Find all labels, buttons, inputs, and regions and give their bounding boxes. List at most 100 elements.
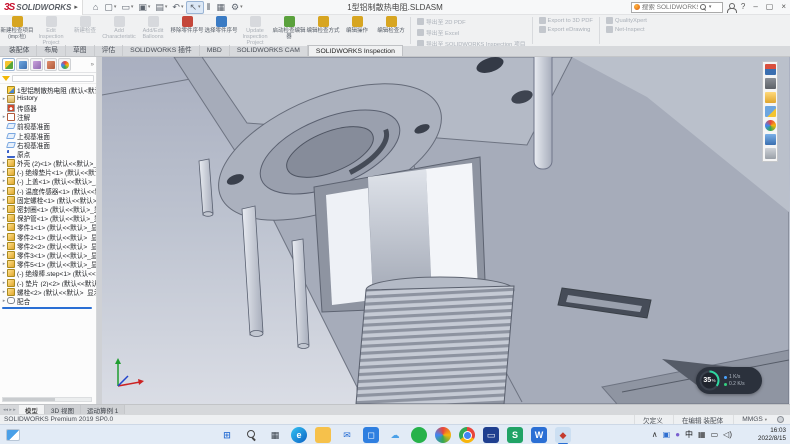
view-palette-icon[interactable] xyxy=(765,106,776,117)
filter-input[interactable] xyxy=(12,75,94,82)
tray-expand-icon[interactable]: ∧ xyxy=(652,430,658,440)
document-tab[interactable]: 模型 xyxy=(19,405,45,414)
rebuild-traffic-light-icon[interactable]: ⦀ xyxy=(205,2,214,13)
taskbar-search-icon[interactable] xyxy=(243,427,259,443)
dropdown-caret-icon[interactable]: ▾ xyxy=(114,3,117,12)
file-properties-icon[interactable]: ▦ xyxy=(215,2,229,13)
forum-icon[interactable] xyxy=(765,148,776,159)
solidworks-app-icon[interactable]: ◆ xyxy=(555,427,571,443)
cloud-app-icon[interactable]: ☁ xyxy=(387,427,403,443)
model-3d[interactable] xyxy=(102,57,789,404)
featuremanager-tab[interactable] xyxy=(2,58,15,71)
dropdown-caret-icon[interactable]: ▾ xyxy=(148,3,151,12)
home-icon[interactable]: ⌂ xyxy=(91,2,101,13)
tree-item[interactable]: ▸ 零件3<1> (默认<<默认>_显示状 xyxy=(1,250,96,259)
tree-item[interactable]: 右视基准面 xyxy=(1,140,96,149)
app-w-icon[interactable]: W xyxy=(531,427,547,443)
tree-item[interactable]: 前视基准面 xyxy=(1,122,96,131)
status-item[interactable]: 在编辑 装配体 xyxy=(673,415,733,424)
command-tab[interactable]: 装配体 xyxy=(2,45,37,56)
save-icon[interactable]: ▣▾ xyxy=(136,2,152,13)
dropdown-caret-icon[interactable]: ▾ xyxy=(165,3,168,12)
help-search-box[interactable]: ▾ xyxy=(631,2,723,13)
tree-item[interactable]: ▸ 螺栓<2> (默认<<默认>_显示状态 xyxy=(1,287,96,296)
propertymanager-tab[interactable] xyxy=(16,58,29,71)
tree-item[interactable]: ▸ (-) 上盖<1> (默认<<默认>_显示状 xyxy=(1,177,96,186)
command-tab[interactable]: 评估 xyxy=(95,45,124,56)
tree-item[interactable]: 1型铝制散热电阻 (默认<默认_显示状态-1 xyxy=(1,85,96,94)
minimize-button[interactable]: – xyxy=(751,1,759,13)
options-gear-icon[interactable]: ⚙▾ xyxy=(229,2,245,13)
tray-volume-icon[interactable]: ◁) xyxy=(723,430,732,440)
tray-layout-icon[interactable]: ▦ xyxy=(698,430,706,440)
monitor-app-icon[interactable]: ▭ xyxy=(483,427,499,443)
close-button[interactable]: × xyxy=(779,1,788,13)
graphics-viewport[interactable]: 35% 1 K/s 0.2 K/s xyxy=(102,57,790,404)
print-icon[interactable]: ▤▾ xyxy=(153,2,169,13)
command-tab[interactable]: SOLIDWORKS CAM xyxy=(230,45,308,56)
taskbar-clock[interactable]: 16:03 2022/8/15 xyxy=(758,427,786,443)
command-tab[interactable]: 布局 xyxy=(37,45,66,56)
tray-display-icon[interactable]: ▭ xyxy=(711,430,719,440)
start-button[interactable]: ⊞ xyxy=(219,427,235,443)
tree-item[interactable]: ▸ 零件2<2> (默认<<默认>_显示状 xyxy=(1,241,96,250)
command-tab[interactable]: SOLIDWORKS Inspection xyxy=(308,45,403,56)
configurationmanager-tab[interactable] xyxy=(30,58,43,71)
tree-item[interactable]: ▸ 固定螺栓<1> (默认<<默认>_显示 xyxy=(1,195,96,204)
status-dropdown-icon[interactable]: ▾ xyxy=(765,417,767,423)
green-app-icon[interactable] xyxy=(411,427,427,443)
solidworks-logo[interactable]: 3S SOLIDWORKS ▸ xyxy=(0,0,83,15)
panel-horizontal-scrollbar[interactable] xyxy=(2,397,92,402)
panel-tabs-overflow-icon[interactable]: » xyxy=(91,62,94,68)
status-item[interactable]: MMGS▾ xyxy=(733,415,775,424)
custom-properties-icon[interactable] xyxy=(765,134,776,145)
undo-icon[interactable]: ↶▾ xyxy=(170,2,185,13)
ribbon-button[interactable]: 新建检查项目 (imp:检) xyxy=(0,15,34,46)
login-person-icon[interactable] xyxy=(727,3,735,12)
dimxpertmanager-tab[interactable] xyxy=(44,58,57,71)
tree-item[interactable]: ▸ 密封圈<1> (默认<<默认>_显示状 xyxy=(1,204,96,213)
tree-item[interactable]: ▸ 零件5<1> (默认<<默认>_显示状态 xyxy=(1,260,96,269)
ribbon-button[interactable]: Edit Inspection Project xyxy=(34,15,68,46)
open-icon[interactable]: ▭▾ xyxy=(119,2,135,13)
new-document-icon[interactable]: ▢▾ xyxy=(102,2,118,13)
edge-icon[interactable]: e xyxy=(291,427,307,443)
restore-button[interactable]: ▢ xyxy=(764,1,776,13)
ribbon-button[interactable]: 编辑操作 xyxy=(340,15,374,46)
dropdown-caret-icon[interactable]: ▾ xyxy=(240,3,243,12)
menu-flyout-icon[interactable]: ▸ xyxy=(74,3,78,11)
tree-item[interactable]: ▸ (-) 绝缘棒.step<1> (默认<<默认> xyxy=(1,269,96,278)
tree-item[interactable]: 原点 xyxy=(1,149,96,158)
tree-item[interactable]: ▸ 配合 xyxy=(1,296,96,305)
tree-item[interactable]: ▸ (-) 温度传感器<1> (默认<<默认>_ xyxy=(1,186,96,195)
ribbon-button[interactable]: 新建检查 xyxy=(68,15,102,46)
widgets-icon[interactable] xyxy=(6,429,20,441)
tree-item[interactable]: ▸ 外壳 (2)<1> (默认<<默认>_显示状 xyxy=(1,159,96,168)
ribbon-button[interactable]: 编辑检查方式 xyxy=(306,15,340,46)
status-tag-icon[interactable] xyxy=(777,416,784,423)
tree-item[interactable]: 上视基准面 xyxy=(1,131,96,140)
dropdown-caret-icon[interactable]: ▾ xyxy=(131,3,134,12)
file-explorer-icon[interactable] xyxy=(315,427,331,443)
colorwheel-app-icon[interactable] xyxy=(435,427,451,443)
store-icon[interactable]: ◻ xyxy=(363,427,379,443)
tray-ball-icon[interactable]: ● xyxy=(675,430,680,440)
dropdown-caret-icon[interactable]: ▾ xyxy=(181,3,184,12)
export-item[interactable]: QualityXpert xyxy=(606,17,647,24)
status-item[interactable]: 欠定义 xyxy=(634,415,673,424)
scrollbar-thumb[interactable] xyxy=(3,398,55,401)
document-tab[interactable]: 3D 视图 xyxy=(45,405,81,414)
tree-item[interactable]: ▸ 零件2<1> (默认<<默认>_显示状 xyxy=(1,232,96,241)
filter-funnel-icon[interactable] xyxy=(2,76,10,81)
ribbon-button[interactable]: Add Characteristic xyxy=(102,15,136,46)
dropdown-caret-icon[interactable]: ▾ xyxy=(198,3,201,12)
help-icon[interactable]: ? xyxy=(739,1,747,13)
export-item[interactable]: Export to 3D PDF xyxy=(539,17,593,24)
ribbon-button[interactable]: Add/Edit Balloons xyxy=(136,15,170,46)
tree-item[interactable]: ▸ 保护管<1> (默认<<默认>_显示状 xyxy=(1,214,96,223)
design-library-icon[interactable] xyxy=(765,78,776,89)
app-s-icon[interactable]: S xyxy=(507,427,523,443)
ribbon-button[interactable]: 启动检查编辑器 xyxy=(272,15,306,46)
chrome-icon[interactable] xyxy=(459,427,475,443)
appearances-scenes-icon[interactable] xyxy=(765,120,776,131)
